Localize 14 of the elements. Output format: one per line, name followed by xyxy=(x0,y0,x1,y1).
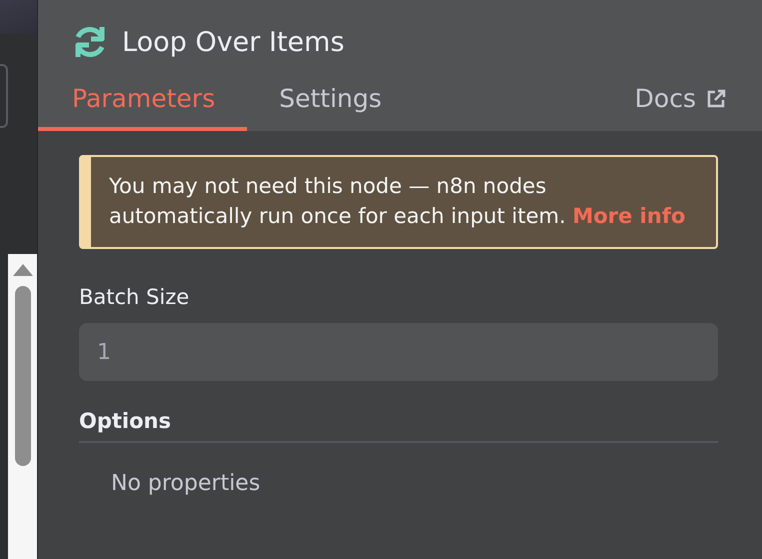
section-heading: Options xyxy=(79,409,718,443)
canvas-control[interactable] xyxy=(0,64,8,128)
external-link-icon xyxy=(706,88,726,108)
empty-message: No properties xyxy=(111,471,262,496)
scrollbar[interactable] xyxy=(8,254,37,559)
node-title: Loop Over Items xyxy=(122,26,344,58)
canvas-background xyxy=(0,0,37,34)
field-label: Batch Size xyxy=(79,285,190,309)
batch-size-input[interactable]: 1 xyxy=(79,323,718,381)
tab[interactable]: Parameters xyxy=(38,78,248,131)
notice-text: You may not need this node — n8n nodes automatically run once for each input item. More info xyxy=(79,155,718,249)
tab[interactable]: Settings xyxy=(279,78,382,131)
more-info-link[interactable]: More info xyxy=(572,204,686,228)
docs-link[interactable]: Docs xyxy=(634,78,726,131)
